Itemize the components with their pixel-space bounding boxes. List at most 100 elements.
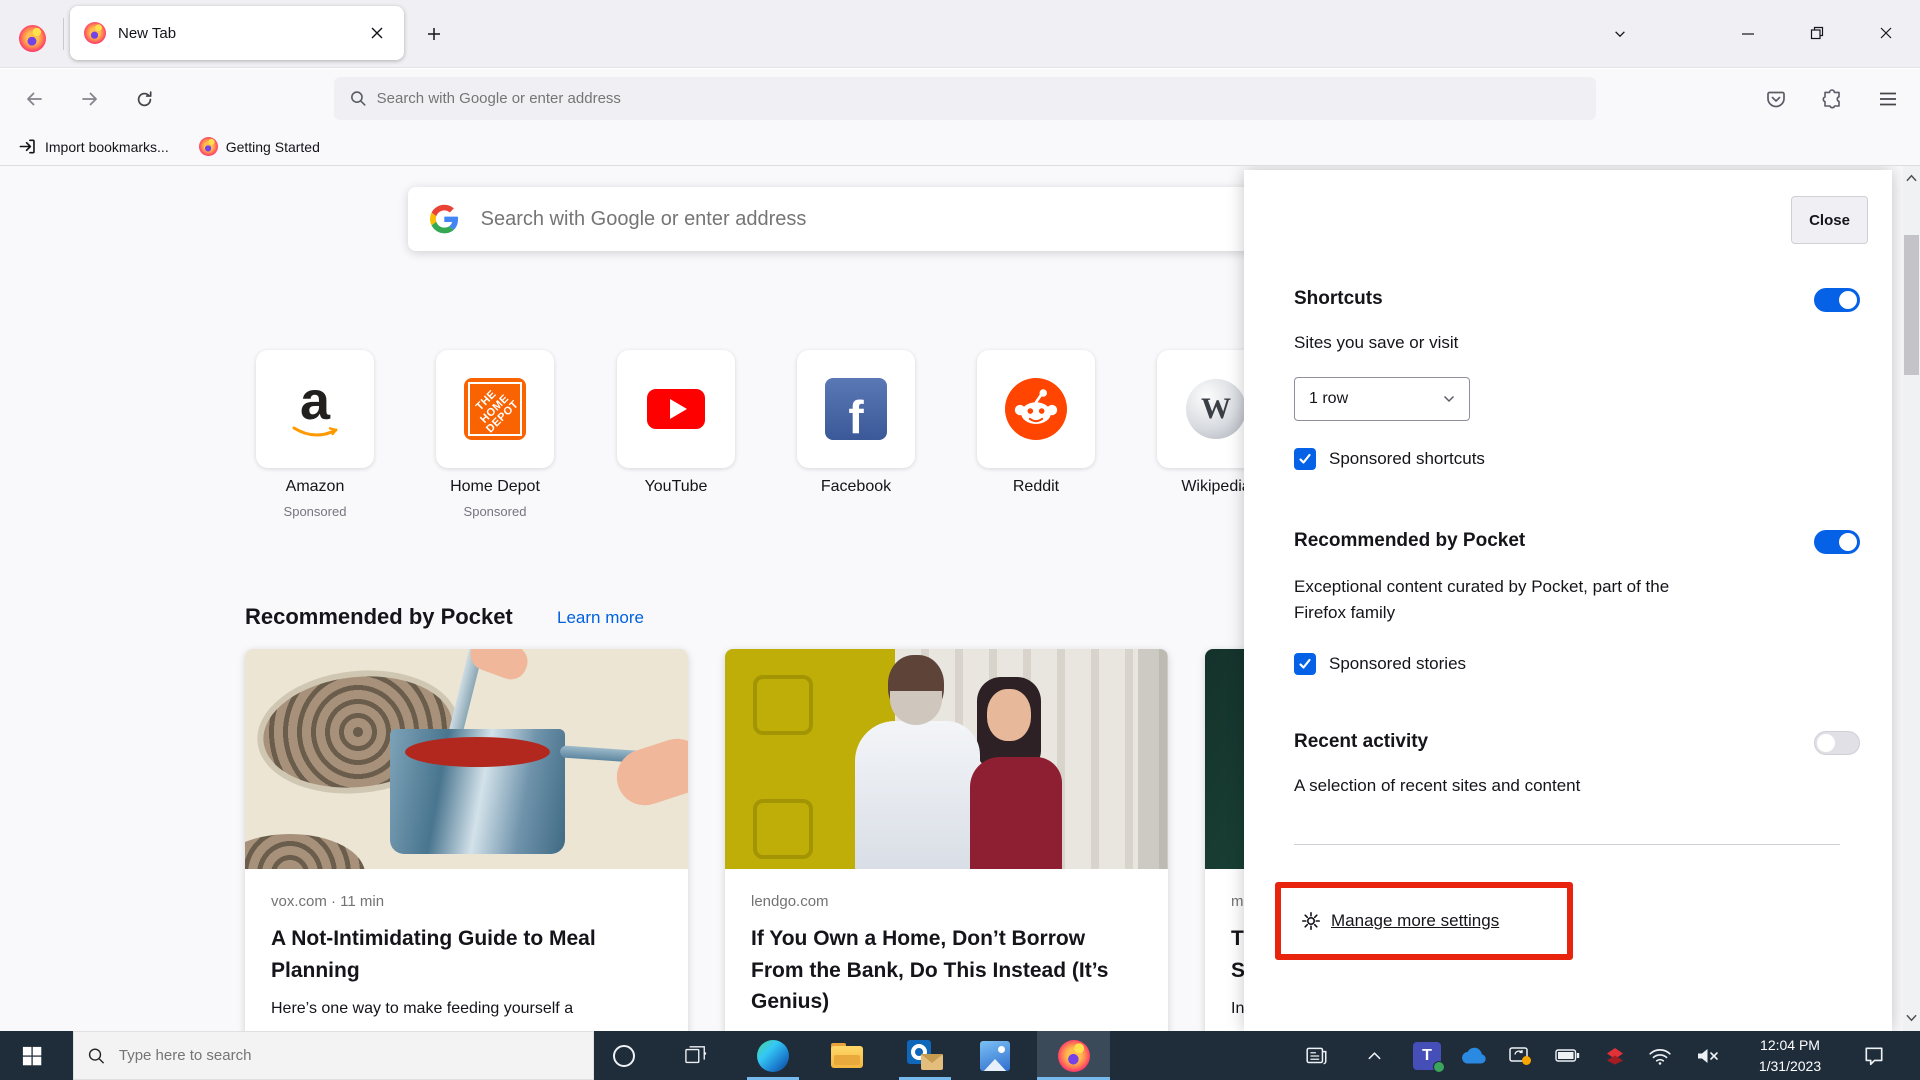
youtube-logo-icon [647,389,705,429]
pocket-card-home-loan[interactable]: lendgo.com If You Own a Home, Don’t Borr… [725,649,1168,1031]
wikipedia-logo-icon: W [1186,379,1246,439]
page-scrollbar[interactable] [1903,166,1920,1031]
divider [1294,844,1840,845]
import-icon [18,137,37,156]
checkbox-checked-icon[interactable] [1294,448,1316,470]
shortcut-tile-facebook[interactable]: f [797,350,915,468]
bookmark-import-bookmarks[interactable]: Import bookmarks... [12,133,175,161]
rows-select[interactable]: 1 row [1294,377,1470,421]
taskbar-outlook-button[interactable] [895,1031,955,1080]
taskbar-search-input[interactable] [119,1047,579,1064]
shortcut-label: Facebook [776,478,936,496]
manage-more-settings-link[interactable]: Manage more settings [1331,911,1499,931]
window-restore-button[interactable] [1798,18,1836,48]
taskbar-photos-button[interactable] [965,1031,1025,1080]
home-depot-logo-icon: THE HOME DEPOT [464,378,526,440]
tray-red-app-icon[interactable] [1596,1031,1634,1080]
forward-button[interactable] [74,83,106,115]
pocket-section-heading: Recommended by Pocket [245,604,513,630]
reddit-logo-icon [1005,378,1067,440]
bookmark-label: Getting Started [226,139,320,155]
tray-onedrive-icon[interactable] [1454,1031,1492,1080]
close-button[interactable]: Close [1791,196,1868,244]
new-tab-button[interactable] [420,20,448,48]
task-view-icon [684,1045,708,1067]
shortcut-label: Reddit [956,478,1116,496]
extensions-puzzle-icon[interactable] [1816,83,1848,115]
scroll-up-arrow-icon[interactable] [1906,174,1917,182]
taskbar-clock[interactable]: 12:04 PM 1/31/2023 [1740,1031,1840,1080]
recent-activity-toggle[interactable] [1814,731,1860,755]
tray-volume-muted-icon[interactable] [1688,1031,1728,1080]
card-image-cooking-illustration [245,649,688,869]
reload-button[interactable] [128,83,160,115]
task-view-button[interactable] [672,1031,720,1080]
window-minimize-button[interactable] [1729,18,1767,48]
tab-favicon-firefox-icon [84,22,106,44]
shortcut-tile-youtube[interactable] [617,350,735,468]
search-icon [88,1047,105,1065]
tab-title: New Tab [118,25,364,42]
navigation-toolbar [0,69,1920,128]
list-all-tabs-chevron-icon[interactable] [1604,20,1636,48]
firefox-icon [1058,1040,1090,1072]
shortcut-tile-amazon[interactable]: a [256,350,374,468]
shortcut-label: Amazon [235,478,395,496]
divider [63,18,64,50]
time: 12:04 PM [1740,1035,1840,1055]
bookmark-getting-started[interactable]: Getting Started [193,133,326,161]
sponsored-stories-checkbox-row[interactable]: Sponsored stories [1294,653,1466,675]
checkbox-checked-icon[interactable] [1294,653,1316,675]
back-button[interactable] [18,83,50,115]
scrollbar-thumb[interactable] [1904,235,1919,375]
tray-news-widget-icon[interactable] [1296,1031,1338,1080]
taskbar-search-box[interactable] [73,1031,594,1080]
card-title: If You Own a Home, Don’t Borrow From the… [751,923,1142,1018]
pocket-card-meal-planning[interactable]: vox.com · 11 min A Not-Intimidating Guid… [245,649,688,1031]
tray-display-sync-icon[interactable] [1501,1031,1539,1080]
address-bar[interactable] [334,77,1596,120]
windows-taskbar: T 12:04 PM 1/31/2023 [0,1031,1920,1080]
shortcuts-description: Sites you save or visit [1294,333,1458,353]
menu-hamburger-icon[interactable] [1872,83,1904,115]
amazon-logo-icon: a [291,379,339,439]
scroll-down-arrow-icon[interactable] [1906,1014,1917,1022]
card-image-couple-photo [725,649,1168,869]
tray-wifi-icon[interactable] [1641,1031,1679,1080]
taskbar-firefox-button-active[interactable] [1037,1031,1110,1080]
taskbar-file-explorer-button[interactable] [817,1031,877,1080]
card-excerpt: Here’s one way to make feeding yourself … [271,998,662,1020]
shortcut-label: Home Depot [415,478,575,496]
pocket-toggle[interactable] [1814,530,1860,554]
facebook-logo-icon: f [825,378,887,440]
cortana-button[interactable] [604,1031,644,1080]
date: 1/31/2023 [1740,1056,1840,1076]
tray-show-hidden-icons-chevron[interactable] [1356,1031,1392,1080]
address-bar-input[interactable] [377,90,1580,107]
red-highlight-box: Manage more settings [1275,882,1573,960]
photos-icon [980,1041,1010,1071]
window-close-button[interactable] [1867,18,1905,48]
recent-activity-description: A selection of recent sites and content [1294,776,1580,796]
taskbar-edge-button[interactable] [743,1031,803,1080]
sponsored-shortcuts-checkbox-row[interactable]: Sponsored shortcuts [1294,448,1485,470]
start-button[interactable] [8,1031,56,1080]
shortcut-tile-reddit[interactable] [977,350,1095,468]
checkbox-label: Sponsored stories [1329,654,1466,674]
bookmarks-toolbar: Import bookmarks... Getting Started [0,128,1920,166]
shortcuts-toggle[interactable] [1814,288,1860,312]
firefox-app-icon[interactable] [19,25,46,52]
shortcut-label: YouTube [596,478,756,496]
learn-more-link[interactable]: Learn more [557,608,644,628]
tab-new-tab[interactable]: New Tab [70,6,404,60]
pocket-icon[interactable] [1760,83,1792,115]
checkbox-label: Sponsored shortcuts [1329,449,1485,469]
tray-teams-icon[interactable]: T [1408,1031,1446,1080]
shortcut-sponsored-label: Sponsored [415,504,575,519]
google-logo-icon [430,204,459,234]
tray-battery-icon[interactable] [1548,1031,1586,1080]
action-center-icon[interactable] [1852,1031,1896,1080]
shortcut-tile-home-depot[interactable]: THE HOME DEPOT [436,350,554,468]
tab-close-icon[interactable] [364,20,390,46]
pocket-description: Exceptional content curated by Pocket, p… [1294,574,1706,627]
